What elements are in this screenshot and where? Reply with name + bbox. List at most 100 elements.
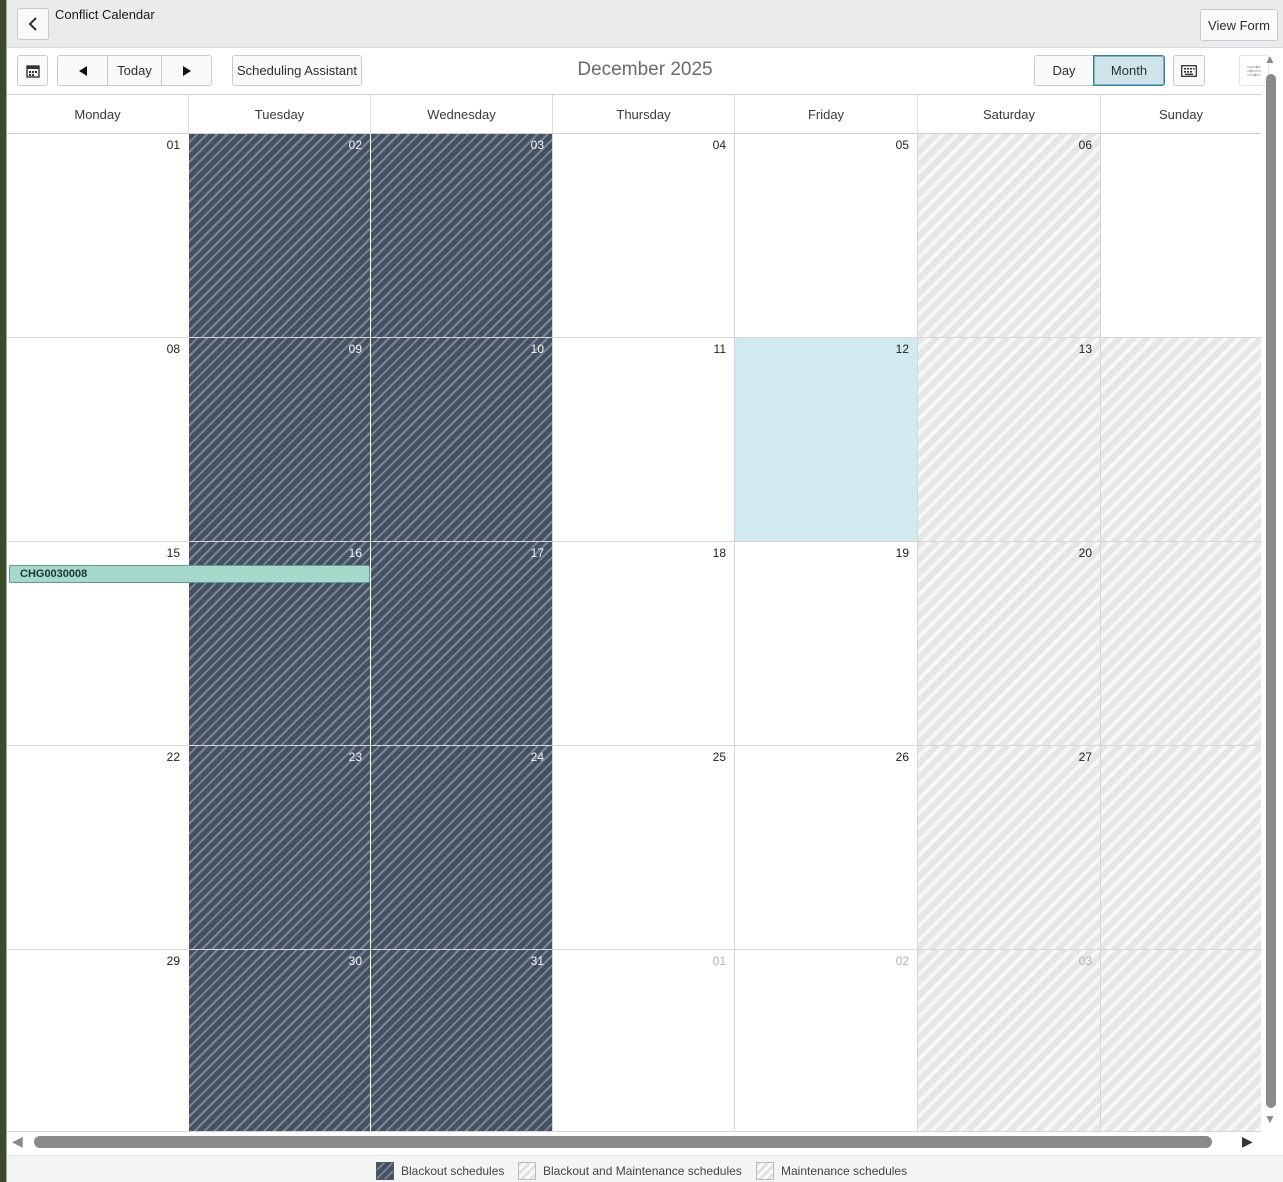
previous-month-button[interactable]	[57, 55, 108, 86]
day-number: 23	[348, 750, 362, 764]
scroll-down-arrow-icon[interactable]: ▼	[1264, 1112, 1276, 1126]
day-number: 30	[348, 954, 362, 968]
day-number: 25	[712, 750, 726, 764]
day-number: 18	[712, 546, 726, 560]
day-number: 27	[1078, 750, 1092, 764]
legend-label: Maintenance schedules	[781, 1164, 908, 1178]
calendar-day-cell[interactable]: 02	[734, 950, 917, 1132]
calendar-day-cell[interactable]: 06	[917, 134, 1100, 338]
calendar-day-cell[interactable]: 09	[188, 338, 370, 542]
month-calendar-grid: Monday Tuesday Wednesday Thursday Friday Satu…	[7, 94, 1261, 1132]
day-number: 19	[895, 546, 909, 560]
calendar-day-cell[interactable]: 08	[7, 338, 188, 542]
calendar-day-cell[interactable]: 25	[552, 746, 734, 950]
calendar-day-cell[interactable]: 03	[370, 134, 552, 338]
back-button[interactable]	[17, 8, 49, 40]
day-number: 01	[712, 954, 726, 968]
today-button[interactable]: Today	[107, 55, 162, 86]
calendar-day-cell[interactable]: 13	[917, 338, 1100, 542]
month-view-button[interactable]: Month	[1093, 55, 1165, 86]
calendar-day-cell[interactable]: 30	[188, 950, 370, 1132]
calendar-day-cell[interactable]: 17	[370, 542, 552, 746]
weekday-header-saturday: Saturday	[917, 95, 1100, 134]
day-number: 26	[895, 750, 909, 764]
vertical-scroll-thumb[interactable]	[1266, 74, 1276, 1108]
calendar-day-cell[interactable]: 01	[552, 950, 734, 1132]
weekday-header-monday: Monday	[74, 107, 121, 122]
day-number: 03	[1078, 954, 1092, 968]
calendar-day-cell[interactable]: 02	[188, 134, 370, 338]
scroll-left-arrow-icon[interactable]: ◀	[12, 1133, 23, 1150]
day-number: 15	[166, 546, 180, 560]
calendar-day-cell[interactable]	[1100, 746, 1261, 950]
weekday-header-sunday: Sunday	[1100, 95, 1261, 134]
calendar-day-cell[interactable]: 20	[917, 542, 1100, 746]
keyboard-shortcuts-button[interactable]	[1173, 55, 1205, 86]
day-number: 08	[166, 342, 180, 356]
calendar-day-cell[interactable]	[1100, 338, 1261, 542]
keyboard-icon	[1181, 64, 1197, 77]
calendar-day-cell[interactable]: 18	[552, 542, 734, 746]
day-number: 03	[530, 138, 544, 152]
day-number: 09	[348, 342, 362, 356]
vertical-scrollbar[interactable]: ▲ ▼	[1263, 52, 1277, 1132]
triangle-left-icon	[78, 65, 87, 76]
next-month-button[interactable]	[161, 55, 212, 86]
weekday-header-row: Monday Tuesday Wednesday Thursday Friday Satu…	[7, 95, 1261, 134]
day-number: 17	[530, 546, 544, 560]
triangle-right-icon	[182, 65, 191, 76]
calendar-day-cell[interactable]: 27	[917, 746, 1100, 950]
scroll-right-arrow-icon[interactable]: ▶	[1242, 1133, 1253, 1150]
calendar-day-cell[interactable]: 03	[917, 950, 1100, 1132]
calendar-day-cell[interactable]: 04	[552, 134, 734, 338]
calendar-day-cell[interactable]: 01	[7, 134, 188, 338]
calendar-toolbar: Today Scheduling Assistant December 2025…	[7, 48, 1283, 94]
calendar-day-cell[interactable]	[1100, 134, 1261, 338]
calendar-day-cell[interactable]: 19	[734, 542, 917, 746]
calendar-day-cell[interactable]	[1100, 950, 1261, 1132]
calendar-day-cell[interactable]: 12	[734, 338, 917, 542]
day-number: 13	[1078, 342, 1092, 356]
calendar-day-cell[interactable]: 29	[7, 950, 188, 1132]
chevron-left-icon	[28, 17, 37, 31]
window-title: Conflict Calendar	[55, 7, 155, 22]
date-picker-button[interactable]	[17, 55, 48, 86]
change-request-event[interactable]: CHG0030008	[9, 565, 370, 583]
legend-item-blackout-maintenance: Blackout and Maintenance schedules	[518, 1162, 742, 1180]
weekday-header-wednesday: Wednesday	[370, 95, 552, 134]
scroll-up-arrow-icon[interactable]: ▲	[1264, 52, 1276, 66]
legend-label: Blackout and Maintenance schedules	[543, 1164, 742, 1178]
horizontal-scrollbar[interactable]: ◀ ▶	[7, 1133, 1261, 1150]
day-number: 05	[895, 138, 909, 152]
calendar-day-cell[interactable]	[1100, 542, 1261, 746]
legend-item-maintenance: Maintenance schedules	[756, 1162, 907, 1180]
month-title: December 2025	[577, 59, 713, 80]
day-number: 16	[348, 546, 362, 560]
view-form-button[interactable]: View Form	[1200, 9, 1278, 41]
weekday-header-friday: Friday	[734, 95, 917, 134]
day-number: 29	[166, 954, 180, 968]
calendar-day-cell[interactable]: 24	[370, 746, 552, 950]
calendar-day-cell[interactable]: 23	[188, 746, 370, 950]
calendar-day-cell[interactable]: 10	[370, 338, 552, 542]
day-number: 04	[712, 138, 726, 152]
legend-item-blackout: Blackout schedules	[376, 1162, 504, 1180]
calendar-day-cell[interactable]: 05	[734, 134, 917, 338]
weekday-header-thursday: Thursday	[552, 95, 734, 134]
schedule-legend: Blackout schedules Blackout and Maintena…	[7, 1155, 1283, 1182]
day-number: 22	[166, 750, 180, 764]
day-number: 06	[1078, 138, 1092, 152]
calendar-day-cell[interactable]: 31	[370, 950, 552, 1132]
calendar-day-cell[interactable]: 11	[552, 338, 734, 542]
calendar-icon	[25, 64, 40, 78]
scheduling-assistant-button[interactable]: Scheduling Assistant	[232, 55, 362, 86]
calendar-day-cell[interactable]: 26	[734, 746, 917, 950]
horizontal-scroll-thumb[interactable]	[34, 1136, 1212, 1148]
day-number: 12	[895, 342, 909, 356]
day-number: 10	[530, 342, 544, 356]
day-number: 11	[713, 342, 726, 356]
calendar-day-cell[interactable]: 22	[7, 746, 188, 950]
day-number: 01	[166, 138, 180, 152]
day-view-button[interactable]: Day	[1034, 55, 1094, 86]
blackout-maintenance-swatch	[518, 1162, 536, 1180]
